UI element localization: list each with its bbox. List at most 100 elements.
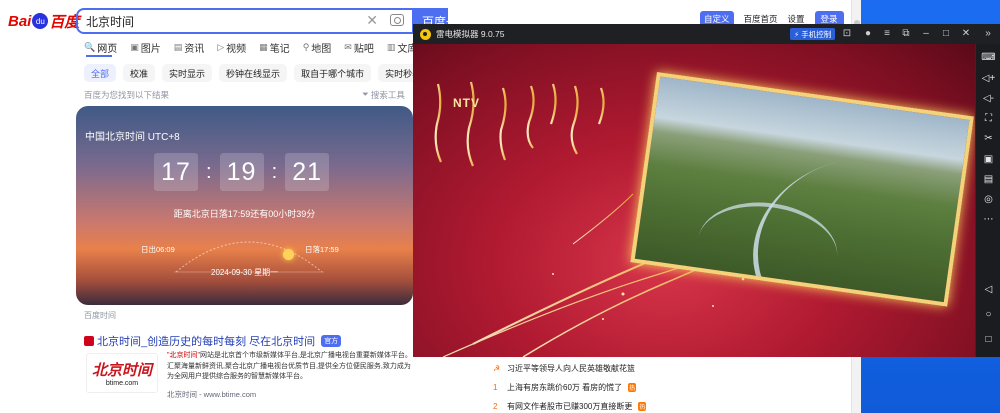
hot-text: 有网文作者股市已赚300万直接断更 xyxy=(507,402,633,411)
filter-chips: 全部 校准 实时显示 秒钟在线显示 取自于哪个城市 实时秒表 xyxy=(84,64,429,82)
sunrise-time: 日出06:09 xyxy=(141,245,175,254)
tab-news[interactable]: ▤ 资讯 xyxy=(174,38,205,56)
screenshot-icon[interactable]: ⛶ xyxy=(981,111,996,126)
emulator-sidebar: ⌨ ◁+ ◁- ⛶ ✂ ▣ ▤ ◎ ⋯ ◁ ○ □ xyxy=(975,44,1000,357)
tab-label: 文库 xyxy=(397,43,414,55)
document-icon: ▥ xyxy=(386,41,396,52)
lightning-icon: ⚡ xyxy=(794,29,800,39)
close-icon[interactable]: ✕ xyxy=(959,27,973,41)
hot-tag: 热 xyxy=(628,383,637,392)
btime-logo-cn: 北京时间 xyxy=(91,362,152,379)
maximize-icon[interactable]: □ xyxy=(939,27,953,41)
result-desc-text: 网站是北京首个市级新媒体平台,是北京广播电视台重要新媒体平台。汇聚海量新鲜资讯,… xyxy=(167,352,412,380)
sun-icon xyxy=(283,249,294,260)
result-url[interactable]: 北京时间 - www.btime.com xyxy=(167,389,256,400)
chip-all[interactable]: 全部 xyxy=(84,64,117,82)
tab-tieba[interactable]: ✉ 贴吧 xyxy=(344,38,374,56)
result-title: 北京时间_创造历史的每时每刻 尽在北京时间 xyxy=(97,336,316,348)
apk-icon[interactable]: ▤ xyxy=(981,172,996,187)
hot-item[interactable]: 2 有网文作者股市已赚300万直接断更 热 xyxy=(493,401,647,412)
ntv-logo: NTV xyxy=(453,96,480,110)
btime-logo-en: btime.com xyxy=(105,380,139,387)
recents-icon[interactable]: □ xyxy=(981,332,996,347)
minimize-icon[interactable]: – xyxy=(919,27,933,41)
clock-seconds: 21 xyxy=(285,153,330,191)
gamepad-icon[interactable]: ⊡ xyxy=(840,27,854,41)
search-input[interactable]: 北京时间 ✕ xyxy=(76,8,412,34)
hot-text: 上海有房东跳价60万 看房的慌了 xyxy=(507,383,623,392)
collapse-icon[interactable]: » xyxy=(981,27,995,41)
location-icon[interactable]: ◎ xyxy=(981,192,996,207)
home-icon[interactable]: ○ xyxy=(981,307,996,322)
chip-seconds-online[interactable]: 秒钟在线显示 xyxy=(219,64,288,82)
play-icon: ▷ xyxy=(217,41,225,52)
btime-logo[interactable]: 北京时间 btime.com xyxy=(86,353,158,393)
chip-which-city[interactable]: 取自于哪个城市 xyxy=(294,64,372,82)
hot-rank: 1 xyxy=(493,383,498,392)
back-icon[interactable]: ◁ xyxy=(981,282,996,297)
card-source: 百度时间 xyxy=(84,311,116,320)
scissors-icon[interactable]: ✂ xyxy=(981,131,996,146)
baidu-logo[interactable]: Bai du 百度 xyxy=(8,10,79,32)
result-desc-highlight: "北京时间" xyxy=(167,352,200,359)
volume-down-icon[interactable]: ◁- xyxy=(981,91,996,106)
chip-realtime[interactable]: 实时显示 xyxy=(162,64,213,82)
hot-rank: 2 xyxy=(493,402,498,411)
close-icon[interactable]: ✕ xyxy=(366,12,378,29)
timezone-label: 中国北京时间 UTC+8 xyxy=(85,132,180,143)
search-tools[interactable]: ⏷ 搜索工具 xyxy=(362,89,405,101)
menu-icon[interactable]: ≡ xyxy=(880,27,894,41)
tab-map[interactable]: ⚲ 地图 xyxy=(303,38,332,56)
emulator-logo-icon xyxy=(420,28,431,40)
more-icon[interactable]: ⋯ xyxy=(981,212,996,227)
tab-video[interactable]: ▷ 视频 xyxy=(217,38,246,56)
hot-item[interactable]: 1 上海有房东跳价60万 看房的慌了 热 xyxy=(493,382,637,393)
handset-label: 手机控制 xyxy=(801,29,832,39)
emulator-screen[interactable]: NTV xyxy=(413,44,975,357)
search-tabs: 🔍网页 ▣图片 ▤资讯 ▷视频 ▦笔记 ⚲地图 ✉贴吧 ▥文库 更 xyxy=(84,38,414,56)
logo-text-bai: Bai xyxy=(8,12,32,30)
hot-text: 习近平等领导人向人民英雄敬献花篮 xyxy=(507,364,635,373)
handset-control-button[interactable]: ⚡ 手机控制 xyxy=(790,28,836,40)
image-icon: ▣ xyxy=(130,41,139,52)
logo-text-cn: 百度 xyxy=(49,13,80,31)
tab-label: 资讯 xyxy=(184,43,205,55)
emulator-title: 雷电模拟器 9.0.75 xyxy=(436,29,505,39)
clock-minutes: 19 xyxy=(219,153,264,191)
volume-up-icon[interactable]: ◁+ xyxy=(981,71,996,86)
user-icon[interactable]: ● xyxy=(861,27,875,41)
tab-web[interactable]: 🔍 网页 xyxy=(84,38,117,56)
search-query: 北京时间 xyxy=(86,14,135,29)
result-title-link[interactable]: 北京时间_创造历史的每时每刻 尽在北京时间 官方 xyxy=(84,333,342,349)
tab-notes[interactable]: ▦ 笔记 xyxy=(259,38,290,56)
record-icon[interactable]: ▣ xyxy=(981,152,996,167)
paw-icon: du xyxy=(32,13,49,29)
filter-icon: ⏷ xyxy=(362,89,369,99)
clock-colon: : xyxy=(271,160,278,183)
news-icon: ▤ xyxy=(173,41,183,52)
tab-images[interactable]: ▣ 图片 xyxy=(130,38,161,56)
tab-label: 地图 xyxy=(311,43,332,55)
emulator-titlebar[interactable]: 雷电模拟器 9.0.75 ⚡ 手机控制 ⊡ ● ≡ ⧉ – □ ✕ » xyxy=(413,24,1000,44)
hot-item[interactable]: ☭ 习近平等领导人向人民英雄敬献花篮 xyxy=(493,363,635,374)
favicon-icon xyxy=(84,336,94,346)
camera-icon[interactable] xyxy=(390,14,404,26)
keyboard-icon[interactable]: ⌨ xyxy=(981,50,996,65)
tab-label: 视频 xyxy=(226,43,247,55)
chip-calibrate[interactable]: 校准 xyxy=(123,64,156,82)
result-description: "北京时间"网站是北京首个市级新媒体平台,是北京广播电视台重要新媒体平台。汇聚海… xyxy=(167,351,412,383)
restore-icon[interactable]: ⧉ xyxy=(899,27,913,41)
official-badge: 官方 xyxy=(321,335,342,347)
tab-wenku[interactable]: ▥ 文库 xyxy=(387,38,414,56)
mongolian-script xyxy=(434,81,605,167)
hot-tag: 热 xyxy=(638,402,647,411)
current-date: 2024-09-30 星期一 xyxy=(211,268,279,277)
active-tab-indicator xyxy=(86,55,112,57)
tab-label: 笔记 xyxy=(269,43,290,55)
sunset-time: 日落17:59 xyxy=(305,245,339,254)
time-card: 中国北京时间 UTC+8 17 : 19 : 21 距离北京日落17:59还有0… xyxy=(76,106,413,305)
clock-colon: : xyxy=(206,160,212,183)
tab-label: 网页 xyxy=(97,43,118,55)
emulator-window: 雷电模拟器 9.0.75 ⚡ 手机控制 ⊡ ● ≡ ⧉ – □ ✕ » NTV … xyxy=(413,24,1000,357)
map-pin-icon: ⚲ xyxy=(302,41,310,52)
